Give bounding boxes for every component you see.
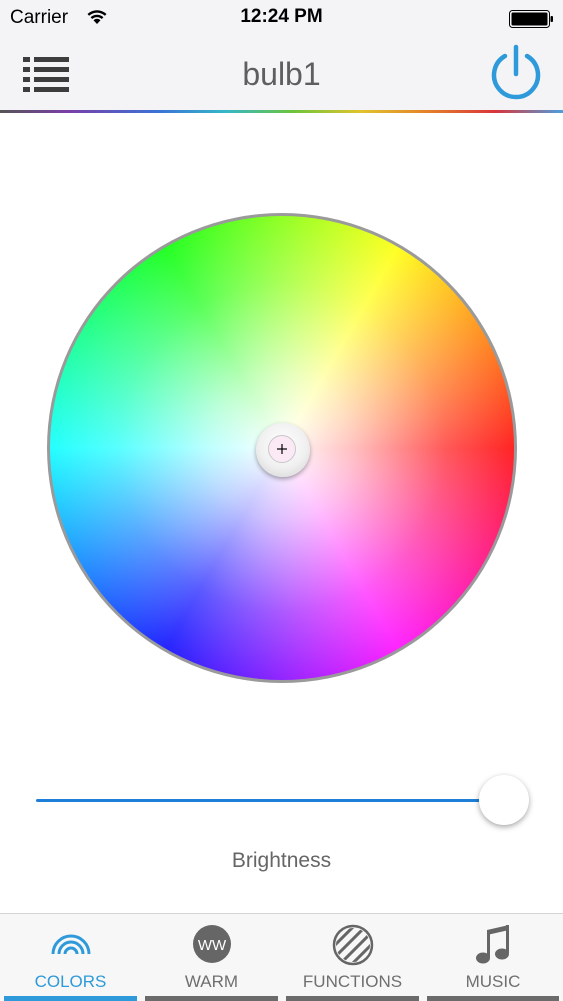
ww-icon: WW bbox=[192, 925, 231, 963]
tab-label-colors: COLORS bbox=[34, 972, 107, 991]
brightness-label: Brightness bbox=[231, 849, 332, 872]
selected-color-swatch bbox=[268, 435, 296, 463]
brightness-slider-track[interactable] bbox=[36, 799, 506, 802]
crosshair-icon bbox=[277, 444, 287, 454]
tab-label-functions: FUNCTIONS bbox=[302, 972, 403, 991]
tab-indicator-music bbox=[427, 996, 559, 1001]
tab-colors[interactable]: COLORS bbox=[0, 914, 141, 1001]
rainbow-icon bbox=[51, 934, 90, 955]
rainbow-divider bbox=[0, 110, 563, 113]
tab-functions[interactable]: FUNCTIONS bbox=[282, 914, 423, 1001]
power-icon bbox=[491, 44, 541, 100]
brightness-slider-thumb[interactable] bbox=[479, 775, 529, 825]
tab-bar: COLORS WW WARM FUNCTIONS MUSIC bbox=[0, 913, 563, 1001]
nav-bar: bulb1 bbox=[0, 38, 563, 110]
tab-indicator-colors bbox=[4, 996, 137, 1001]
tab-indicator-functions bbox=[286, 996, 419, 1001]
tab-label-warm: WARM bbox=[184, 972, 239, 991]
tab-label-music: MUSIC bbox=[465, 972, 521, 991]
ww-icon-text: WW bbox=[197, 937, 226, 954]
tab-warm[interactable]: WW WARM bbox=[141, 914, 282, 1001]
striped-circle-icon bbox=[332, 924, 373, 966]
tab-indicator-warm bbox=[145, 996, 278, 1001]
power-button[interactable] bbox=[487, 44, 545, 104]
color-selector-handle[interactable] bbox=[256, 423, 310, 477]
tab-music[interactable]: MUSIC bbox=[423, 914, 563, 1001]
battery-icon bbox=[509, 10, 553, 28]
status-bar: Carrier 12:24 PM bbox=[0, 0, 563, 38]
page-title: bulb1 bbox=[242, 56, 321, 92]
music-note-icon bbox=[476, 925, 509, 964]
status-time: 12:24 PM bbox=[240, 6, 323, 27]
